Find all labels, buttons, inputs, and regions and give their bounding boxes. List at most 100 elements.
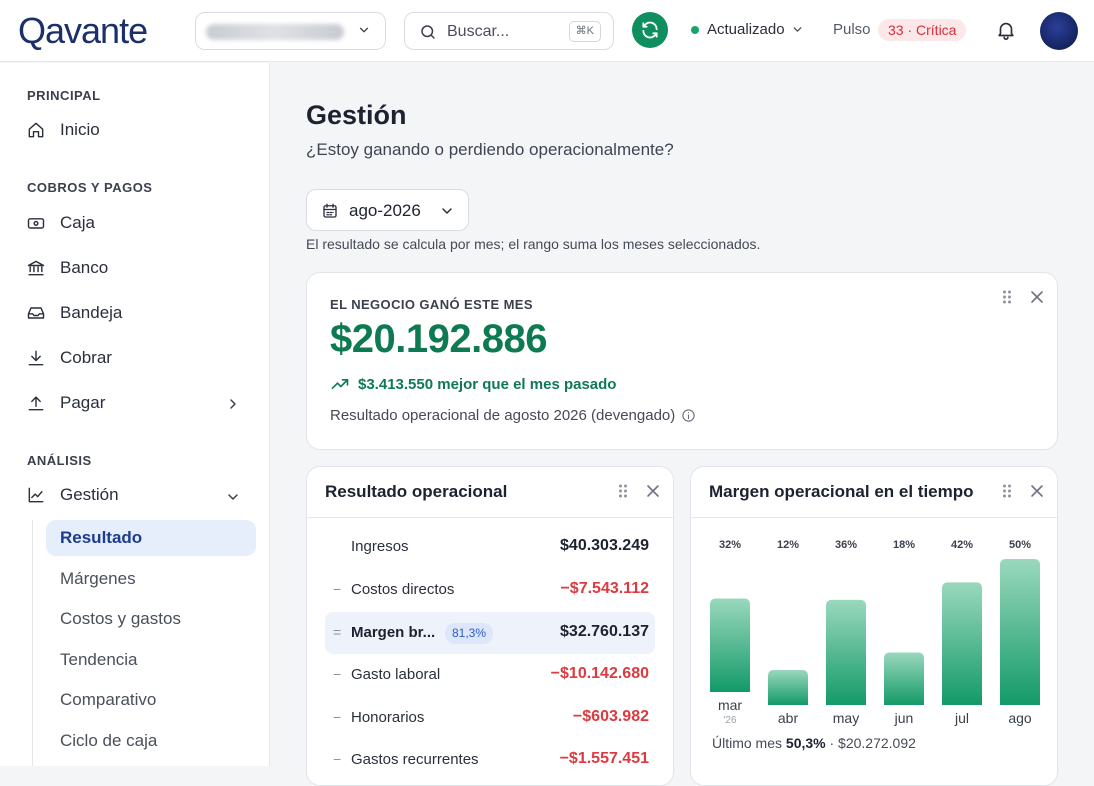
pulse-badge[interactable]: 33 · Crítica: [878, 19, 967, 41]
sidebar-item-label: Inicio: [60, 120, 100, 139]
kpi-footnote-text: Resultado operacional de agosto 2026 (de…: [330, 407, 676, 424]
drag-handle-icon[interactable]: [999, 289, 1015, 305]
status-dot: [691, 25, 699, 34]
subnav-item-resultado[interactable]: Resultado: [46, 520, 256, 556]
x-tick-year-label: '26: [723, 715, 736, 726]
bar-value-label: 50%: [1009, 539, 1031, 551]
row-label: Costos directos: [351, 581, 455, 598]
chart-card-title: Margen operacional en el tiempo: [709, 482, 974, 501]
info-icon[interactable]: [681, 408, 696, 423]
close-icon[interactable]: [1029, 289, 1045, 305]
sidebar-item-banco[interactable]: Banco: [26, 254, 108, 282]
row-sign: −: [333, 666, 342, 682]
period-selector[interactable]: ago-2026: [306, 189, 469, 231]
subnav-rail: [32, 520, 33, 766]
refresh-icon: [642, 21, 658, 39]
sync-button[interactable]: [632, 12, 668, 48]
x-tick-label: abr: [778, 710, 799, 726]
upload-icon: [28, 396, 44, 411]
result-row-margen-bruto[interactable]: = Margen br... 81,3% $32.760.137: [325, 612, 655, 654]
close-icon[interactable]: [1029, 483, 1045, 499]
download-icon: [28, 350, 44, 366]
margin-percent-pill: 81,3%: [445, 623, 494, 644]
sidebar-item-inicio[interactable]: Inicio: [26, 116, 100, 144]
drag-handle-icon[interactable]: [615, 483, 631, 499]
card-divider: [307, 517, 673, 518]
x-tick-label: jul: [954, 710, 969, 726]
section-label-cobros-pagos: COBROS Y PAGOS: [27, 180, 153, 195]
company-selector[interactable]: [195, 12, 386, 50]
section-label-principal: PRINCIPAL: [27, 88, 101, 103]
bar-value-label: 36%: [835, 539, 857, 551]
result-row-gasto-laboral[interactable]: − Gasto laboral −$10.142.680: [325, 654, 655, 696]
bar-abr[interactable]: [768, 669, 808, 705]
sidebar-item-label: Bandeja: [60, 303, 123, 322]
bar-jun[interactable]: [884, 652, 924, 705]
bar-mar[interactable]: [710, 598, 750, 692]
kpi-eyebrow: EL NEGOCIO GANÓ ESTE MES: [330, 297, 533, 312]
bar-value-label: 32%: [719, 539, 741, 551]
result-row-costos-directos[interactable]: − Costos directos −$7.543.112: [325, 569, 655, 611]
chevron-down-icon[interactable]: [225, 489, 241, 505]
result-row-gastos-recurrentes[interactable]: − Gastos recurrentes −$1.557.451: [325, 739, 655, 781]
bar-jul[interactable]: [942, 582, 982, 705]
sidebar-item-bandeja[interactable]: Bandeja: [26, 299, 122, 327]
brand-logo[interactable]: Qavante: [18, 12, 148, 50]
row-value: −$7.543.112: [560, 580, 649, 597]
kpi-value: $20.192.886: [330, 317, 547, 361]
kpi-footnote: Resultado operacional de agosto 2026 (de…: [330, 407, 696, 424]
subnav-item-tendencia[interactable]: Tendencia: [46, 642, 256, 678]
sidebar-item-label: Gestión: [60, 485, 119, 504]
section-label-analisis: ANÁLISIS: [27, 453, 92, 468]
bar-ago[interactable]: [1000, 559, 1040, 705]
chart-footer-value: 50,3%: [785, 735, 826, 751]
cash-icon: [27, 218, 45, 229]
subnav-item-ciclo-caja[interactable]: Ciclo de caja: [46, 723, 256, 759]
margin-chart-card: Margen operacional en el tiempo 32% mar '2…: [690, 466, 1058, 786]
drag-handle-icon[interactable]: [999, 483, 1015, 499]
chart-footer-prefix: Último mes: [712, 735, 783, 751]
sidebar-item-pagar[interactable]: Pagar: [26, 389, 105, 417]
search-box[interactable]: Buscar... ⌘K: [404, 12, 614, 50]
sync-status-dropdown[interactable]: Actualizado: [691, 21, 804, 38]
subnav-item-margenes[interactable]: Márgenes: [46, 561, 256, 597]
row-sign: −: [333, 581, 342, 597]
sidebar-item-cobrar[interactable]: Cobrar: [26, 344, 112, 372]
bar-may[interactable]: [826, 599, 866, 705]
row-sign: −: [333, 709, 342, 725]
bar-value-label: 42%: [951, 539, 973, 551]
period-note: El resultado se calcula por mes; el rang…: [306, 236, 761, 252]
bar-value-label: 18%: [893, 539, 915, 551]
home-icon: [28, 122, 44, 138]
result-card: Resultado operacional Ingresos $40.303.2…: [306, 466, 674, 786]
chevron-right-icon[interactable]: [225, 396, 241, 412]
row-value: −$10.142.680: [550, 665, 649, 682]
status-label: Actualizado: [707, 21, 785, 38]
close-icon[interactable]: [645, 483, 661, 499]
sidebar-item-label: Caja: [60, 213, 95, 232]
bell-icon[interactable]: [995, 19, 1017, 41]
kpi-delta-text: $3.413.550 mejor que el mes pasado: [358, 375, 617, 393]
x-tick-label: mar: [718, 697, 742, 713]
row-value: $40.303.249: [560, 537, 649, 554]
inbox-icon: [27, 307, 45, 319]
x-tick-label: may: [833, 710, 859, 726]
user-avatar[interactable]: [1040, 12, 1078, 50]
sidebar-item-label: Cobrar: [60, 348, 112, 367]
card-controls: [999, 483, 1045, 499]
search-icon: [421, 25, 435, 39]
margin-bar-chart: 32% mar '26 12% abr 36% may 18% jun 42% jul 50% ago: [710, 539, 1040, 726]
sidebar-item-caja[interactable]: Caja: [26, 209, 95, 237]
row-label: Gasto laboral: [351, 666, 441, 683]
card-controls: [999, 289, 1045, 305]
result-row-ingresos[interactable]: Ingresos $40.303.249: [325, 526, 655, 568]
result-row-honorarios[interactable]: − Honorarios −$603.982: [325, 697, 655, 739]
search-placeholder[interactable]: Buscar...: [447, 23, 509, 41]
subnav-item-costos-gastos[interactable]: Costos y gastos: [46, 601, 256, 637]
sidebar-item-gestion[interactable]: Gestión: [26, 481, 119, 509]
kpi-delta: $3.413.550 mejor que el mes pasado: [330, 374, 616, 394]
x-tick-label: ago: [1008, 710, 1032, 726]
subnav-item-comparativo[interactable]: Comparativo: [46, 682, 256, 718]
page-title: Gestión: [306, 100, 407, 130]
row-label: Ingresos: [351, 538, 409, 555]
